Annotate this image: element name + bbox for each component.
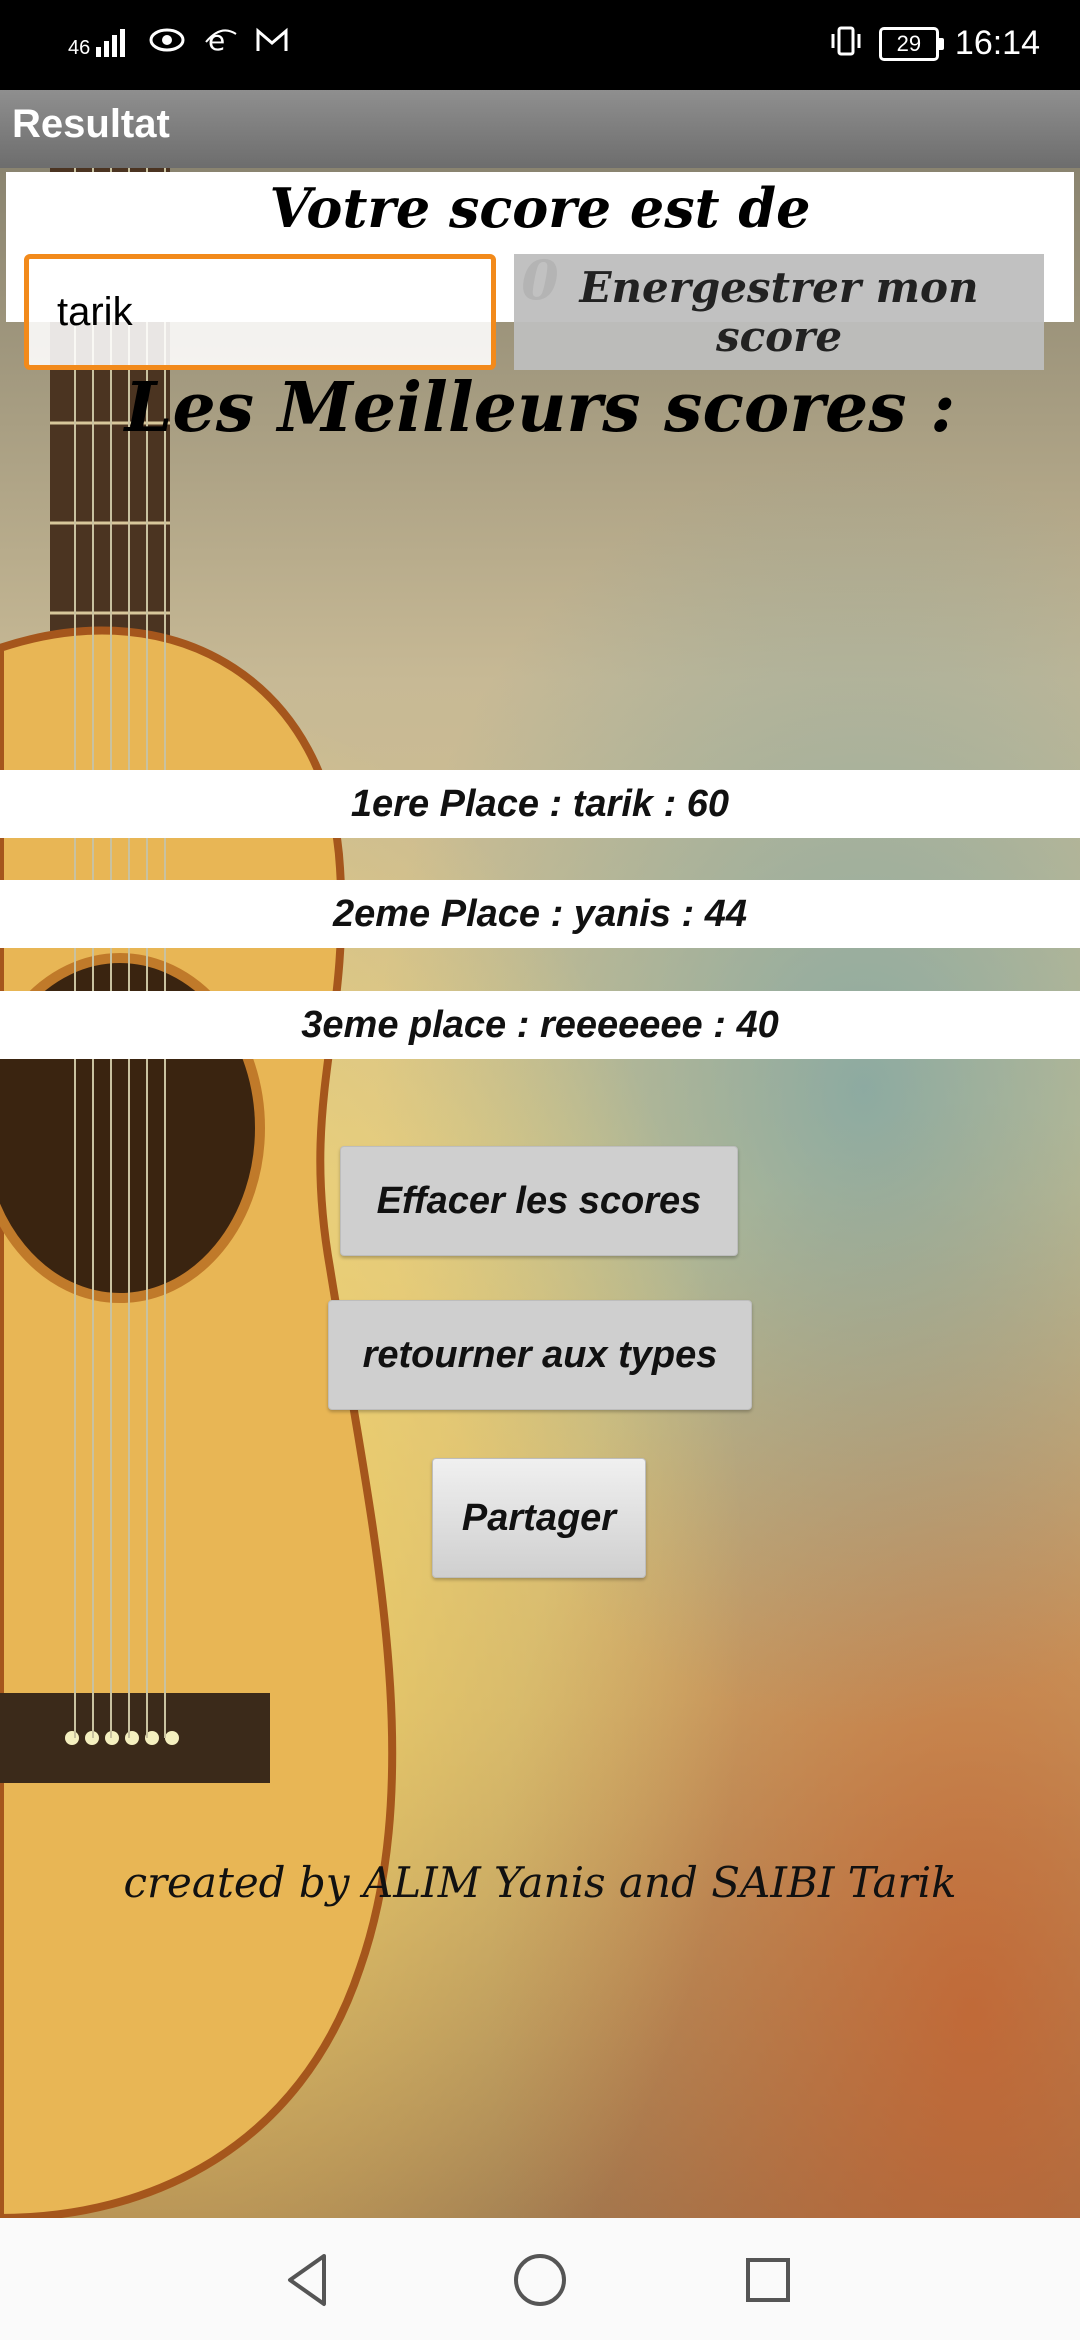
- mail-icon: [256, 27, 288, 58]
- browser-e-icon: e: [204, 24, 238, 61]
- rank-1-row: 1ere Place : tarik : 60: [0, 770, 1080, 838]
- battery-level: 29: [896, 30, 922, 56]
- svg-text:e: e: [208, 24, 225, 56]
- back-triangle-icon[interactable]: [276, 2248, 340, 2312]
- status-bar: 46 e 29 16:14: [0, 0, 1080, 90]
- rank-3-row: 3eme place : reeeeeee : 40: [0, 991, 1080, 1059]
- signal-icon: 46: [68, 28, 130, 59]
- player-name-input[interactable]: [24, 254, 496, 370]
- score-label: Votre score est de: [269, 176, 811, 240]
- status-left-icons: 46 e: [68, 24, 288, 61]
- network-type: 46: [68, 36, 91, 59]
- navigation-bar: [0, 2218, 1080, 2340]
- content-area: Votre score est de 0 Energestrer mon sco…: [0, 168, 1080, 2218]
- share-button[interactable]: Partager: [432, 1458, 646, 1578]
- clear-scores-button[interactable]: Effacer les scores: [340, 1146, 738, 1256]
- status-right-icons: 29 16:14: [829, 24, 1040, 63]
- app-bar: Resultat: [0, 90, 1080, 168]
- save-score-button[interactable]: Energestrer mon score: [514, 254, 1044, 370]
- clock: 16:14: [954, 24, 1040, 62]
- credits-text: created by ALIM Yanis and SAIBI Tarik: [123, 1858, 957, 1907]
- eye-icon: [148, 26, 186, 59]
- back-to-types-button[interactable]: retourner aux types: [328, 1300, 752, 1410]
- vibrate-icon: [829, 24, 863, 63]
- recents-square-icon[interactable]: [736, 2248, 800, 2312]
- battery-icon: 29: [878, 26, 944, 61]
- rank-2-row: 2eme Place : yanis : 44: [0, 880, 1080, 948]
- app-title: Resultat: [12, 102, 170, 146]
- best-scores-title: Les Meilleurs scores :: [124, 368, 956, 448]
- home-circle-icon[interactable]: [508, 2248, 572, 2312]
